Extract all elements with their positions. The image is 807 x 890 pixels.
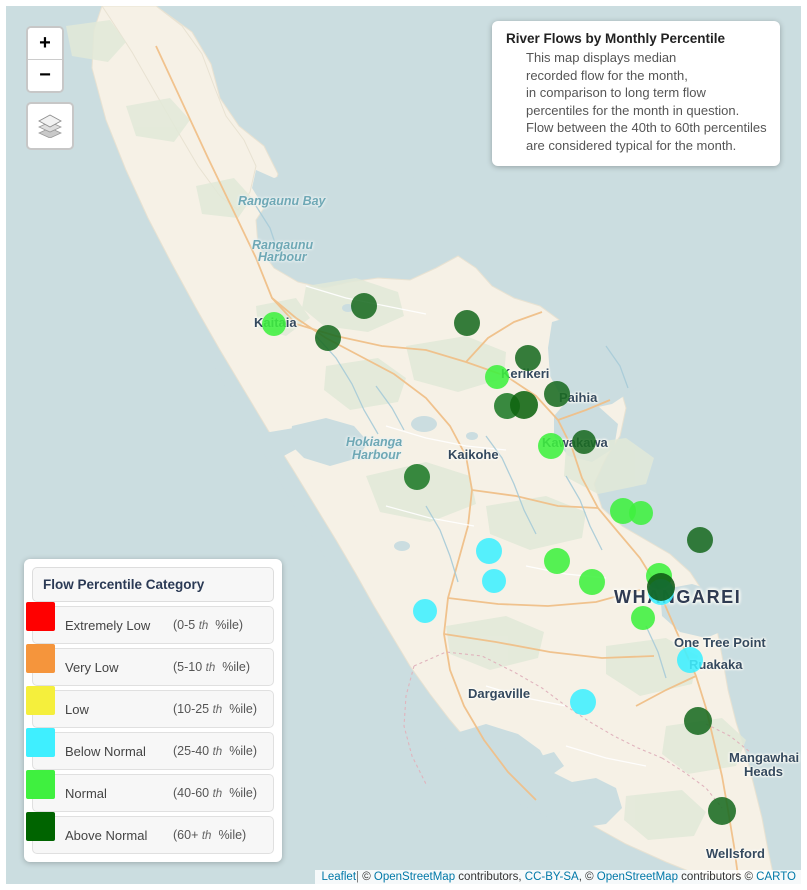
- flow-site-marker[interactable]: [413, 599, 437, 623]
- legend-color-swatch: [26, 770, 55, 799]
- info-panel-line: are considered typical for the month.: [526, 137, 737, 153]
- map-container[interactable]: Rangaunu BayRangaunuHarbourKaitaiaKerike…: [0, 0, 807, 890]
- legend-title: Flow Percentile Category: [32, 567, 274, 602]
- copyright-symbol-3: ©: [744, 871, 753, 883]
- layers-stack-icon: [38, 114, 62, 138]
- zoom-in-button[interactable]: +: [28, 28, 62, 59]
- openstreetmap-link-2[interactable]: OpenStreetMap: [597, 871, 678, 883]
- flow-site-marker[interactable]: [629, 501, 653, 525]
- flow-site-marker[interactable]: [315, 325, 341, 351]
- legend-range-unit: %ile): [229, 702, 257, 716]
- legend-item-label: Extremely Low: [65, 617, 151, 633]
- legend-item-range: (5-10 th %ile): [173, 660, 250, 674]
- legend-range-unit: %ile): [229, 786, 257, 800]
- legend-range-unit: %ile): [229, 744, 257, 758]
- info-panel-line: percentiles for the month in question.: [526, 102, 740, 118]
- legend-item-label: Normal: [65, 785, 107, 801]
- info-panel-body: This map displays median recorded flow fo…: [506, 49, 768, 154]
- legend-range-value: (5-10: [173, 660, 206, 674]
- info-panel-line: recorded flow for the month,: [526, 67, 688, 83]
- flow-site-marker[interactable]: [262, 312, 286, 336]
- legend-range-ordinal: th: [205, 662, 216, 674]
- contributors-text-2: contributors: [681, 871, 742, 883]
- info-panel-line: This map displays median: [526, 50, 677, 65]
- legend-item-label: Low: [65, 701, 89, 717]
- legend-color-swatch: [26, 686, 55, 715]
- info-panel: River Flows by Monthly Percentile This m…: [492, 21, 780, 166]
- flow-site-marker[interactable]: [631, 606, 655, 630]
- legend-color-swatch: [26, 812, 55, 841]
- flow-site-marker[interactable]: [485, 365, 509, 389]
- legend-item-label: Below Normal: [65, 743, 146, 759]
- flow-site-marker[interactable]: [476, 538, 502, 564]
- legend-range-ordinal: th: [201, 830, 212, 842]
- layers-control-button[interactable]: [26, 102, 74, 150]
- openstreetmap-link-1[interactable]: OpenStreetMap: [374, 871, 455, 883]
- flow-site-marker[interactable]: [351, 293, 377, 319]
- info-panel-line: Flow between the 40th to 60th percentile…: [526, 120, 767, 135]
- flow-site-marker[interactable]: [570, 689, 596, 715]
- flow-site-marker[interactable]: [572, 430, 596, 454]
- legend-range-value: (40-60: [173, 786, 213, 800]
- legend-item[interactable]: Extremely Low (0-5 th %ile): [26, 602, 274, 644]
- flow-site-marker[interactable]: [687, 527, 713, 553]
- legend-range-ordinal: th: [212, 788, 223, 800]
- legend-range-value: (0-5: [173, 618, 199, 632]
- legend-item[interactable]: Normal (40-60 th %ile): [26, 770, 274, 812]
- flow-site-marker[interactable]: [482, 569, 506, 593]
- flow-site-marker[interactable]: [579, 569, 605, 595]
- legend-rows: Extremely Low (0-5 th %ile) Very Low (5-10 t…: [26, 602, 274, 854]
- flow-site-marker[interactable]: [454, 310, 480, 336]
- flow-site-marker[interactable]: [510, 391, 538, 419]
- flow-site-marker[interactable]: [544, 548, 570, 574]
- legend-range-ordinal: th: [198, 620, 209, 632]
- carto-link[interactable]: CARTO: [756, 871, 796, 883]
- copyright-symbol-1: ©: [362, 871, 371, 883]
- legend-item-range: (10-25 th %ile): [173, 702, 257, 716]
- flow-site-marker[interactable]: [684, 707, 712, 735]
- legend-range-value: (60+: [173, 828, 202, 842]
- legend-color-swatch: [26, 644, 55, 673]
- legend-range-unit: %ile): [215, 618, 244, 632]
- flow-site-marker[interactable]: [404, 464, 430, 490]
- legend-color-swatch: [26, 728, 55, 757]
- legend-range-value: (25-40: [173, 744, 213, 758]
- zoom-out-button[interactable]: −: [28, 59, 62, 91]
- legend-range-unit: %ile): [222, 660, 251, 674]
- legend-range-value: (10-25: [173, 702, 213, 716]
- map-canvas[interactable]: Rangaunu BayRangaunuHarbourKaitaiaKerike…: [6, 6, 801, 884]
- flow-site-marker[interactable]: [677, 647, 703, 673]
- legend-item[interactable]: Low (10-25 th %ile): [26, 686, 274, 728]
- attribution-divider: |: [356, 871, 360, 883]
- flow-site-marker[interactable]: [544, 381, 570, 407]
- legend-range-ordinal: th: [212, 746, 223, 758]
- comma-1: ,: [578, 871, 582, 883]
- info-panel-line: in comparison to long term flow: [526, 85, 706, 100]
- legend-item[interactable]: Below Normal (25-40 th %ile): [26, 728, 274, 770]
- flow-site-marker[interactable]: [647, 573, 675, 601]
- info-panel-title: River Flows by Monthly Percentile: [506, 31, 726, 46]
- legend-range-unit: %ile): [218, 828, 247, 842]
- legend-item-range: (40-60 th %ile): [173, 786, 257, 800]
- legend-panel: Flow Percentile Category Extremely Low (0…: [24, 559, 282, 862]
- legend-item-range: (25-40 th %ile): [173, 744, 257, 758]
- attribution-bar: Leaflet| © OpenStreetMap contributors, C…: [315, 870, 801, 884]
- flow-site-marker[interactable]: [538, 433, 564, 459]
- leaflet-link[interactable]: Leaflet: [321, 871, 356, 883]
- flow-site-marker[interactable]: [515, 345, 541, 371]
- contributors-text-1: contributors,: [458, 871, 522, 883]
- legend-item[interactable]: Above Normal (60+ th %ile): [26, 812, 274, 854]
- legend-item-label: Very Low: [65, 659, 119, 675]
- legend-item[interactable]: Very Low (5-10 th %ile): [26, 644, 274, 686]
- legend-item-label: Above Normal: [65, 827, 148, 843]
- legend-item-range: (60+ th %ile): [173, 828, 246, 842]
- copyright-symbol-2: ©: [585, 871, 594, 883]
- legend-range-ordinal: th: [212, 704, 223, 716]
- legend-item-range: (0-5 th %ile): [173, 618, 243, 632]
- license-link[interactable]: CC-BY-SA: [525, 871, 579, 883]
- legend-color-swatch: [26, 602, 55, 631]
- flow-site-marker[interactable]: [708, 797, 736, 825]
- zoom-control[interactable]: + −: [26, 26, 64, 93]
